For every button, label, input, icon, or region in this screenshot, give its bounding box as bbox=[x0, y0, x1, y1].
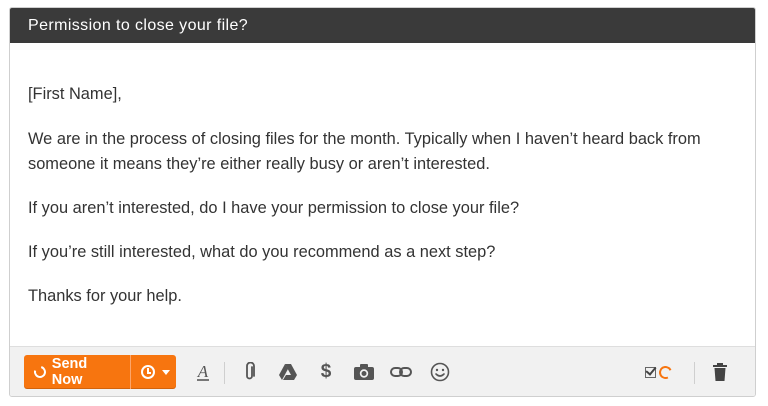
toolbar-divider-right bbox=[694, 362, 695, 384]
subject-title: Permission to close your file? bbox=[28, 17, 249, 34]
font-format-icon: A bbox=[196, 361, 210, 381]
clock-icon bbox=[141, 365, 155, 379]
trash-icon bbox=[713, 363, 727, 381]
emoji-button[interactable] bbox=[427, 359, 453, 385]
compose-title-bar: Permission to close your file? bbox=[10, 8, 755, 43]
tracking-options-button[interactable] bbox=[637, 359, 679, 385]
link-button[interactable] bbox=[388, 359, 414, 385]
dollar-icon: $ bbox=[320, 361, 332, 382]
toolbar-divider bbox=[224, 362, 225, 384]
schedule-send-button[interactable] bbox=[131, 355, 176, 389]
send-ring-icon bbox=[31, 363, 48, 381]
paperclip-icon bbox=[246, 362, 255, 380]
payment-button[interactable]: $ bbox=[313, 359, 339, 385]
emoji-icon bbox=[430, 362, 450, 382]
link-icon bbox=[390, 367, 412, 377]
greeting-text: [First Name], bbox=[28, 85, 122, 103]
send-now-label: Send Now bbox=[51, 356, 88, 388]
tracking-icon bbox=[656, 363, 674, 381]
font-format-button[interactable]: A bbox=[190, 359, 216, 385]
send-button-group: Send Now bbox=[24, 355, 176, 389]
attach-button[interactable] bbox=[237, 359, 263, 385]
compose-toolbar: Send Now A $ bbox=[10, 346, 755, 396]
paragraph-4: Thanks for your help. bbox=[28, 287, 182, 305]
drive-button[interactable] bbox=[275, 359, 301, 385]
message-body[interactable]: [First Name], We are in the process of c… bbox=[10, 43, 755, 346]
paragraph-3: If you’re still interested, what do you … bbox=[28, 243, 496, 261]
photo-button[interactable] bbox=[351, 359, 377, 385]
chevron-down-icon bbox=[162, 369, 170, 375]
paragraph-1: We are in the process of closing files f… bbox=[28, 130, 701, 173]
drive-icon bbox=[279, 364, 297, 380]
paragraph-2: If you aren’t interested, do I have your… bbox=[28, 199, 520, 217]
compose-window: Permission to close your file? [First Na… bbox=[9, 7, 756, 397]
discard-button[interactable] bbox=[707, 359, 733, 385]
send-now-button[interactable]: Send Now bbox=[24, 355, 130, 389]
checkbox-icon bbox=[644, 366, 656, 378]
camera-icon bbox=[354, 364, 374, 380]
